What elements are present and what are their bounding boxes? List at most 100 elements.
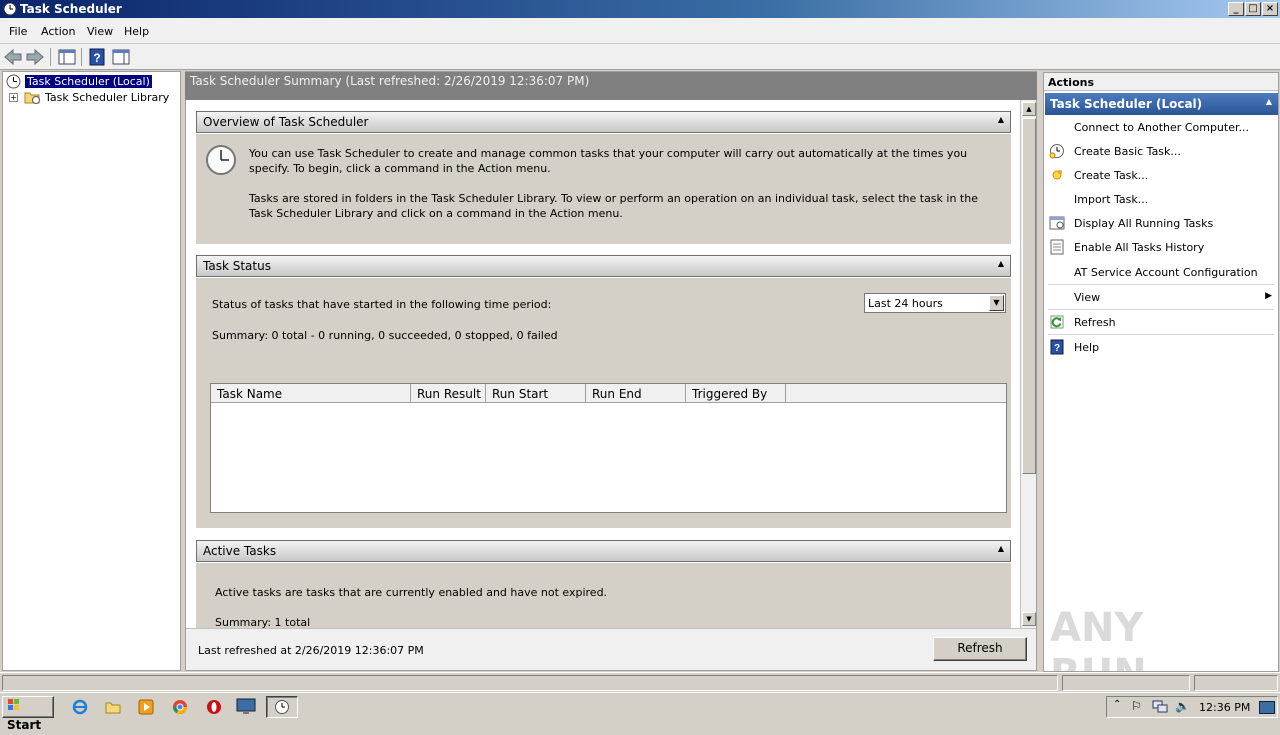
close-button[interactable]: × xyxy=(1262,2,1278,16)
action-import-task[interactable]: Import Task... xyxy=(1048,189,1274,211)
action-label: Help xyxy=(1074,341,1100,354)
chevron-right-icon: ▶ xyxy=(1265,291,1272,301)
menu-bar: File Action View Help xyxy=(0,18,1280,44)
status-panel-2 xyxy=(1062,675,1190,691)
tree-item-library[interactable]: Task Scheduler Library xyxy=(45,91,169,104)
start-button[interactable]: Start xyxy=(2,696,54,732)
history-icon xyxy=(1050,239,1064,255)
task-status-title: Task Status xyxy=(203,259,271,273)
forward-arrow-icon[interactable] xyxy=(25,47,45,67)
scroll-thumb[interactable] xyxy=(1022,118,1036,474)
collapse-arrow-icon: ▲ xyxy=(997,115,1004,124)
action-view[interactable]: View ▶ xyxy=(1048,287,1274,309)
back-arrow-icon[interactable] xyxy=(3,47,23,67)
task-status-section-header[interactable]: Task Status ▲ xyxy=(196,255,1011,277)
period-dropdown[interactable]: Last 24 hours ▼ xyxy=(864,293,1006,313)
tree-item-root[interactable]: Task Scheduler (Local) xyxy=(24,74,153,89)
show-hide-action-pane-icon[interactable] xyxy=(111,47,131,67)
title-bar: Task Scheduler _ □ × xyxy=(0,0,1280,18)
vertical-scrollbar[interactable]: ▲ ▼ xyxy=(1020,100,1036,628)
create-task-icon xyxy=(1052,170,1062,180)
summary-content: Overview of Task Scheduler ▲ You can use… xyxy=(186,100,1020,628)
active-tasks-summary: Summary: 1 total xyxy=(215,616,311,628)
actions-header: Actions xyxy=(1044,73,1278,91)
status-bar xyxy=(0,672,1280,692)
network-icon[interactable] xyxy=(1152,700,1168,714)
refresh-button[interactable]: Refresh xyxy=(933,637,1027,661)
action-enable-history[interactable]: Enable All Tasks History xyxy=(1048,237,1274,259)
help-icon[interactable]: ? xyxy=(87,47,107,67)
media-player-icon[interactable] xyxy=(138,699,154,715)
action-display-running[interactable]: Display All Running Tasks xyxy=(1048,213,1274,235)
menu-help[interactable]: Help xyxy=(124,25,149,38)
actions-header-text: Actions xyxy=(1048,76,1094,89)
action-label: Connect to Another Computer... xyxy=(1074,121,1249,134)
taskbar: Start ⌃ ⚐ 🔈 12:36 PM xyxy=(0,692,1280,732)
active-tasks-section-header[interactable]: Active Tasks ▲ xyxy=(196,540,1011,562)
overview-section-header[interactable]: Overview of Task Scheduler ▲ xyxy=(196,111,1011,133)
action-at-service-config[interactable]: AT Service Account Configuration xyxy=(1048,262,1274,284)
action-connect-computer[interactable]: Connect to Another Computer... xyxy=(1048,117,1274,139)
start-label: Start xyxy=(7,718,42,732)
action-create-basic-task[interactable]: Create Basic Task... xyxy=(1048,141,1274,163)
opera-icon[interactable] xyxy=(206,699,222,715)
actions-section-title: Task Scheduler (Local) xyxy=(1050,97,1203,111)
svg-text:?: ? xyxy=(1054,343,1060,354)
action-help[interactable]: ? Help xyxy=(1048,337,1274,359)
scroll-up-icon[interactable]: ▲ xyxy=(1022,102,1036,116)
clock-icon xyxy=(6,74,21,89)
actions-section-header[interactable]: Task Scheduler (Local) ▲ xyxy=(1045,93,1278,115)
table-header: Task Name Run Result Run Start Run End T… xyxy=(211,384,1006,403)
collapse-arrow-icon: ▲ xyxy=(997,544,1004,553)
column-run-result[interactable]: Run Result xyxy=(411,384,486,403)
action-label: AT Service Account Configuration xyxy=(1074,266,1258,279)
column-task-name[interactable]: Task Name xyxy=(211,384,411,403)
system-tray: ⌃ ⚐ 🔈 12:36 PM xyxy=(1106,696,1278,718)
taskbar-task-scheduler[interactable] xyxy=(266,696,298,718)
last-refreshed-text: Last refreshed at 2/26/2019 12:36:07 PM xyxy=(198,644,424,657)
action-label: Display All Running Tasks xyxy=(1074,217,1214,230)
show-hide-tree-icon[interactable] xyxy=(57,47,77,67)
action-label: Enable All Tasks History xyxy=(1074,241,1205,254)
internet-explorer-icon[interactable] xyxy=(72,699,88,715)
clock-icon xyxy=(3,2,17,16)
tray-expand-icon[interactable]: ⌃ xyxy=(1113,699,1121,710)
overview-section-body: You can use Task Scheduler to create and… xyxy=(196,134,1011,244)
remote-desktop-icon[interactable] xyxy=(236,698,256,716)
expand-icon[interactable]: + xyxy=(9,93,18,102)
menu-file[interactable]: File xyxy=(9,25,27,38)
folder-icon[interactable] xyxy=(105,699,121,715)
windows-logo-icon xyxy=(8,699,19,710)
active-tasks-title: Active Tasks xyxy=(203,544,277,558)
period-dropdown-value: Last 24 hours xyxy=(868,297,943,310)
toolbar: ? xyxy=(0,44,1280,70)
column-triggered-by[interactable]: Triggered By xyxy=(686,384,786,403)
action-refresh[interactable]: Refresh xyxy=(1048,312,1274,334)
menu-action[interactable]: Action xyxy=(41,25,75,38)
volume-icon[interactable]: 🔈 xyxy=(1175,699,1190,713)
overview-paragraph-1: You can use Task Scheduler to create and… xyxy=(249,147,968,175)
overview-title: Overview of Task Scheduler xyxy=(203,115,369,129)
action-label: Import Task... xyxy=(1074,193,1149,206)
active-tasks-description: Active tasks are tasks that are currentl… xyxy=(215,586,608,599)
minimize-button[interactable]: _ xyxy=(1228,2,1244,16)
menu-view[interactable]: View xyxy=(87,25,113,38)
show-desktop-icon[interactable] xyxy=(1259,701,1275,714)
clock-text[interactable]: 12:36 PM xyxy=(1199,701,1250,714)
active-tasks-section-body: Active tasks are tasks that are currentl… xyxy=(196,563,1011,628)
task-status-summary: Summary: 0 total - 0 running, 0 succeede… xyxy=(212,329,558,342)
status-panel-main xyxy=(2,675,1058,691)
maximize-button[interactable]: □ xyxy=(1245,2,1261,16)
task-status-table: Task Name Run Result Run Start Run End T… xyxy=(210,383,1007,513)
column-run-end[interactable]: Run End xyxy=(586,384,686,403)
watermark-logo: ANY RUN xyxy=(1050,605,1147,697)
scroll-down-icon[interactable]: ▼ xyxy=(1022,612,1036,626)
clock-icon xyxy=(206,145,236,175)
flag-icon[interactable]: ⚐ xyxy=(1131,699,1142,713)
column-run-start[interactable]: Run Start xyxy=(486,384,586,403)
chevron-down-icon[interactable]: ▼ xyxy=(989,295,1004,311)
tree-item-root-label: Task Scheduler (Local) xyxy=(24,74,153,89)
period-label: Status of tasks that have started in the… xyxy=(212,298,552,311)
chrome-icon[interactable] xyxy=(172,699,188,715)
action-create-task[interactable]: Create Task... xyxy=(1048,165,1274,187)
